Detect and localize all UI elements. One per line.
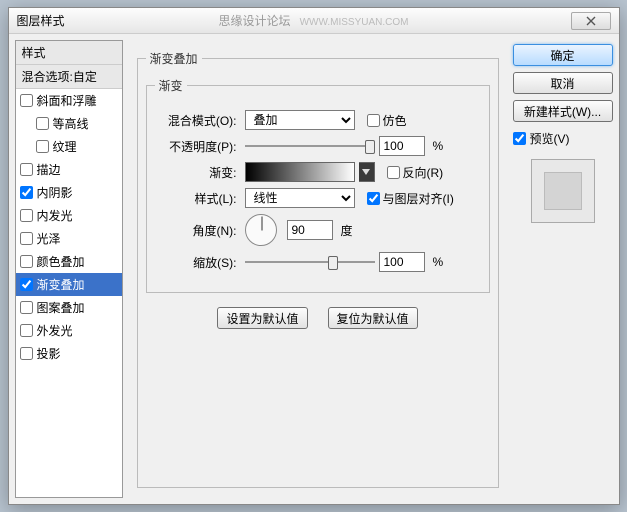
percent-label: % [433, 139, 444, 153]
style-checkbox[interactable] [20, 255, 33, 268]
gradient-dropdown[interactable] [359, 162, 375, 182]
sidebar-item[interactable]: 纹理 [16, 135, 122, 158]
style-checkbox[interactable] [36, 117, 49, 130]
sidebar-item[interactable]: 描边 [16, 158, 122, 181]
sidebar-item-label: 颜色叠加 [37, 253, 85, 270]
sidebar-item-label: 内发光 [37, 207, 73, 224]
sidebar-item-label: 光泽 [37, 230, 61, 247]
sidebar-item[interactable]: 颜色叠加 [16, 250, 122, 273]
dither-checkbox[interactable]: 仿色 [367, 112, 407, 129]
sidebar-item[interactable]: 渐变叠加 [16, 273, 122, 296]
sidebar-item-label: 渐变叠加 [37, 276, 85, 293]
scale-label: 缩放(S): [155, 254, 237, 271]
sidebar-item-label: 斜面和浮雕 [37, 92, 97, 109]
style-checkbox[interactable] [20, 278, 33, 291]
ok-button[interactable]: 确定 [513, 44, 613, 66]
preview-swatch [531, 159, 595, 223]
opacity-label: 不透明度(P): [155, 138, 237, 155]
titlebar: 图层样式 思缘设计论坛 WWW.MISSYUAN.COM [9, 8, 619, 34]
reverse-checkbox[interactable]: 反向(R) [387, 164, 444, 181]
angle-input[interactable] [287, 220, 333, 240]
sidebar-item[interactable]: 内发光 [16, 204, 122, 227]
gradient-label: 渐变: [155, 164, 237, 181]
sidebar-item-label: 投影 [37, 345, 61, 362]
opacity-input[interactable] [379, 136, 425, 156]
panel-title: 渐变叠加 [146, 50, 202, 67]
angle-label: 角度(N): [155, 222, 237, 239]
style-label: 样式(L): [155, 190, 237, 207]
sidebar-item-label: 外发光 [37, 322, 73, 339]
sidebar-item[interactable]: 内阴影 [16, 181, 122, 204]
watermark: 思缘设计论坛 WWW.MISSYUAN.COM [219, 12, 409, 29]
align-checkbox[interactable]: 与图层对齐(I) [367, 190, 454, 207]
sidebar-item[interactable]: 斜面和浮雕 [16, 89, 122, 112]
style-checkbox[interactable] [20, 324, 33, 337]
make-default-button[interactable]: 设置为默认值 [217, 307, 307, 329]
style-checkbox[interactable] [20, 163, 33, 176]
angle-unit: 度 [341, 222, 353, 239]
panel-subtitle: 渐变 [155, 77, 187, 94]
style-checkbox[interactable] [20, 209, 33, 222]
dialog-body: 样式 混合选项:自定 斜面和浮雕等高线纹理描边内阴影内发光光泽颜色叠加渐变叠加图… [9, 34, 619, 504]
sidebar-item[interactable]: 图案叠加 [16, 296, 122, 319]
sidebar-item-label: 图案叠加 [37, 299, 85, 316]
chevron-down-icon [362, 169, 370, 175]
angle-dial[interactable] [245, 214, 277, 246]
close-button[interactable] [571, 12, 611, 30]
window-title: 图层样式 [17, 12, 65, 29]
gradient-group: 渐变 混合模式(O): 叠加 仿色 不透明度(P): % [146, 77, 490, 293]
blending-options[interactable]: 混合选项:自定 [16, 65, 122, 89]
cancel-button[interactable]: 取消 [513, 72, 613, 94]
style-checkbox[interactable] [36, 140, 49, 153]
style-checkbox[interactable] [20, 232, 33, 245]
blend-mode-label: 混合模式(O): [155, 112, 237, 129]
preview-checkbox[interactable]: 预览(V) [513, 130, 613, 147]
style-checkbox[interactable] [20, 347, 33, 360]
scale-input[interactable] [379, 252, 425, 272]
sidebar-item-label: 内阴影 [37, 184, 73, 201]
blend-mode-select[interactable]: 叠加 [245, 110, 355, 130]
gradient-swatch[interactable] [245, 162, 355, 182]
sidebar-item[interactable]: 投影 [16, 342, 122, 365]
new-style-button[interactable]: 新建样式(W)... [513, 100, 613, 122]
opacity-slider[interactable] [245, 138, 375, 154]
close-icon [586, 16, 596, 26]
sidebar-item-label: 纹理 [53, 138, 77, 155]
style-checkbox[interactable] [20, 94, 33, 107]
sidebar-item[interactable]: 等高线 [16, 112, 122, 135]
sidebar-item[interactable]: 外发光 [16, 319, 122, 342]
percent-label: % [433, 255, 444, 269]
scale-slider[interactable] [245, 254, 375, 270]
styles-sidebar: 样式 混合选项:自定 斜面和浮雕等高线纹理描边内阴影内发光光泽颜色叠加渐变叠加图… [15, 40, 123, 498]
style-checkbox[interactable] [20, 301, 33, 314]
style-select[interactable]: 线性 [245, 188, 355, 208]
reset-default-button[interactable]: 复位为默认值 [328, 307, 418, 329]
right-column: 确定 取消 新建样式(W)... 预览(V) [513, 40, 613, 498]
sidebar-header[interactable]: 样式 [16, 41, 122, 65]
gradient-overlay-group: 渐变叠加 渐变 混合模式(O): 叠加 仿色 不透明度(P): [137, 50, 499, 488]
sidebar-item-label: 描边 [37, 161, 61, 178]
main-panel: 渐变叠加 渐变 混合模式(O): 叠加 仿色 不透明度(P): [129, 40, 507, 498]
sidebar-item[interactable]: 光泽 [16, 227, 122, 250]
sidebar-item-label: 等高线 [53, 115, 89, 132]
style-checkbox[interactable] [20, 186, 33, 199]
layer-style-dialog: 图层样式 思缘设计论坛 WWW.MISSYUAN.COM 样式 混合选项:自定 … [8, 7, 620, 505]
